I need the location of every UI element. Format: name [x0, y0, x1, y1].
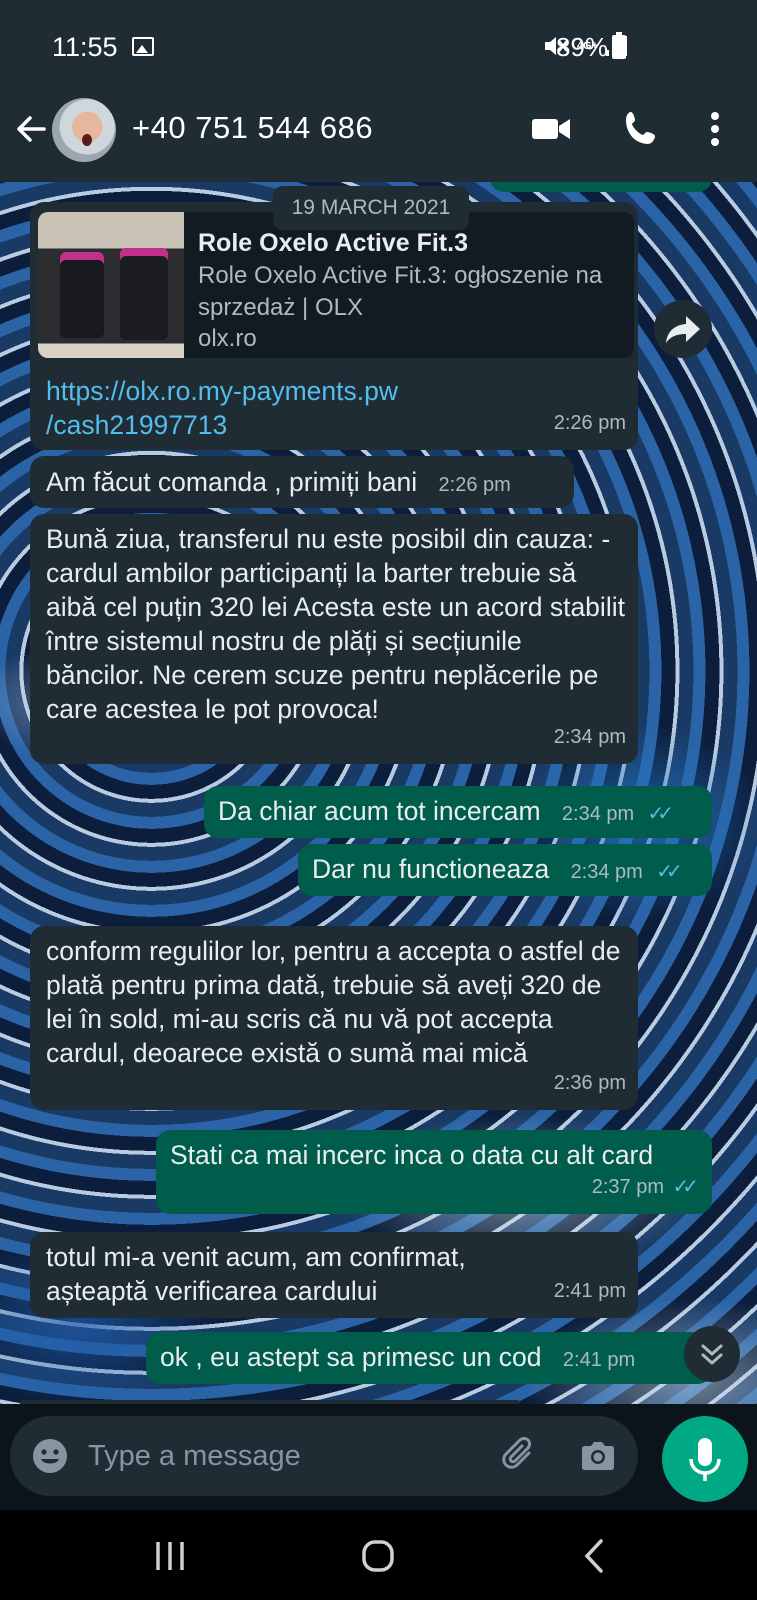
message-text: Dar nu functioneaza — [312, 854, 550, 884]
message-text: conform regulilor lor, pentru a accepta … — [46, 936, 621, 1068]
message-time: 2:34 pm — [561, 803, 635, 825]
message-text: totul mi-a venit acum, am confirmat, așt… — [46, 1242, 466, 1306]
double-check-icon: ✓✓ — [656, 861, 682, 883]
double-chevron-down-icon — [701, 1344, 723, 1365]
double-check-icon: ✓✓ — [647, 803, 674, 825]
attach-icon[interactable] — [500, 1436, 540, 1476]
message-text: Bună ziua, transferul nu este posibil di… — [46, 524, 625, 724]
message-bubble-incoming[interactable]: Am făcut comanda , primiți bani 2:26 pm — [30, 456, 574, 508]
gallery-icon — [132, 37, 154, 56]
forward-button[interactable] — [654, 300, 712, 358]
status-bar: 11:55 4G+ 89% — [0, 0, 757, 78]
link-preview-card[interactable]: Role Oxelo Active Fit.3 Role Oxelo Activ… — [38, 212, 634, 358]
message-bubble-incoming[interactable]: Bună ziua, transferul nu este posibil di… — [30, 514, 638, 764]
avatar[interactable] — [52, 98, 116, 162]
back-icon[interactable] — [576, 1536, 616, 1576]
message-time: 2:26 pm — [438, 474, 511, 496]
mic-icon — [689, 1438, 721, 1481]
message-bubble-incoming[interactable]: Role Oxelo Active Fit.3 Role Oxelo Activ… — [30, 202, 638, 450]
message-time: 2:41 pm — [553, 1280, 626, 1302]
message-time: 2:41 pm — [562, 1349, 636, 1371]
battery-level: 89% — [556, 32, 609, 62]
emoji-icon[interactable] — [30, 1436, 70, 1476]
message-text: Da chiar acum tot incercam — [218, 796, 541, 826]
message-bubble-outgoing[interactable]: Da chiar acum tot incercam 2:34 pm ✓✓ — [204, 786, 712, 838]
message-bubble-partial — [20, 1400, 520, 1404]
message-text: Am făcut comanda , primiți bani — [46, 467, 418, 497]
video-call-icon[interactable] — [530, 108, 572, 150]
scroll-to-bottom-button[interactable] — [684, 1326, 740, 1382]
message-time: 2:37 pm — [591, 1176, 664, 1198]
double-check-icon: ✓✓ — [672, 1176, 698, 1198]
message-bubble-incoming[interactable]: conform regulilor lor, pentru a accepta … — [30, 926, 638, 1110]
system-nav-bar — [0, 1510, 757, 1600]
recent-apps-icon[interactable] — [150, 1536, 190, 1576]
chat-header: +40 751 544 686 — [0, 78, 757, 182]
message-time: 2:36 pm — [553, 1072, 626, 1094]
battery-icon — [612, 32, 626, 59]
message-link[interactable]: https://olx.ro.my-payments.pw /cash21997… — [46, 374, 466, 442]
message-time: 2:26 pm — [553, 412, 626, 434]
message-bubble-outgoing[interactable]: Dar nu functioneaza 2:34 pm ✓✓ — [298, 844, 712, 896]
chat-area[interactable]: 19 MARCH 2021 Role Oxelo Active Fit.3 Ro… — [0, 182, 757, 1404]
message-bubble-outgoing[interactable]: Stati ca mai incerc inca o data cu alt c… — [156, 1130, 712, 1214]
message-text: Stati ca mai incerc inca o data cu alt c… — [170, 1140, 654, 1170]
camera-icon[interactable] — [578, 1436, 618, 1476]
forward-icon — [666, 316, 700, 343]
message-time: 2:34 pm — [553, 726, 626, 748]
message-time: 2:34 pm — [570, 861, 643, 883]
home-icon[interactable] — [358, 1536, 398, 1576]
message-text: ok , eu astept sa primesc un cod — [160, 1342, 542, 1372]
link-preview-thumbnail — [38, 212, 184, 358]
date-chip: 19 MARCH 2021 — [273, 186, 469, 230]
link-preview-title: Role Oxelo Active Fit.3 — [198, 229, 468, 257]
link-preview-description: Role Oxelo Active Fit.3: ogłoszenie na s… — [198, 262, 603, 321]
back-arrow-icon[interactable] — [14, 112, 48, 146]
link-preview-domain: olx.ro — [198, 325, 257, 352]
message-bubble-partial[interactable] — [490, 182, 712, 192]
voice-record-button[interactable] — [662, 1416, 748, 1502]
message-input[interactable] — [88, 1434, 468, 1478]
phone-icon[interactable] — [622, 108, 662, 148]
more-vert-icon[interactable] — [702, 108, 728, 150]
message-bubble-incoming[interactable]: totul mi-a venit acum, am confirmat, așt… — [30, 1232, 638, 1318]
message-composer — [10, 1416, 638, 1496]
message-bubble-outgoing[interactable]: ok , eu astept sa primesc un cod 2:41 pm — [146, 1332, 712, 1384]
contact-name[interactable]: +40 751 544 686 — [132, 110, 373, 146]
status-time: 11:55 — [52, 32, 118, 62]
